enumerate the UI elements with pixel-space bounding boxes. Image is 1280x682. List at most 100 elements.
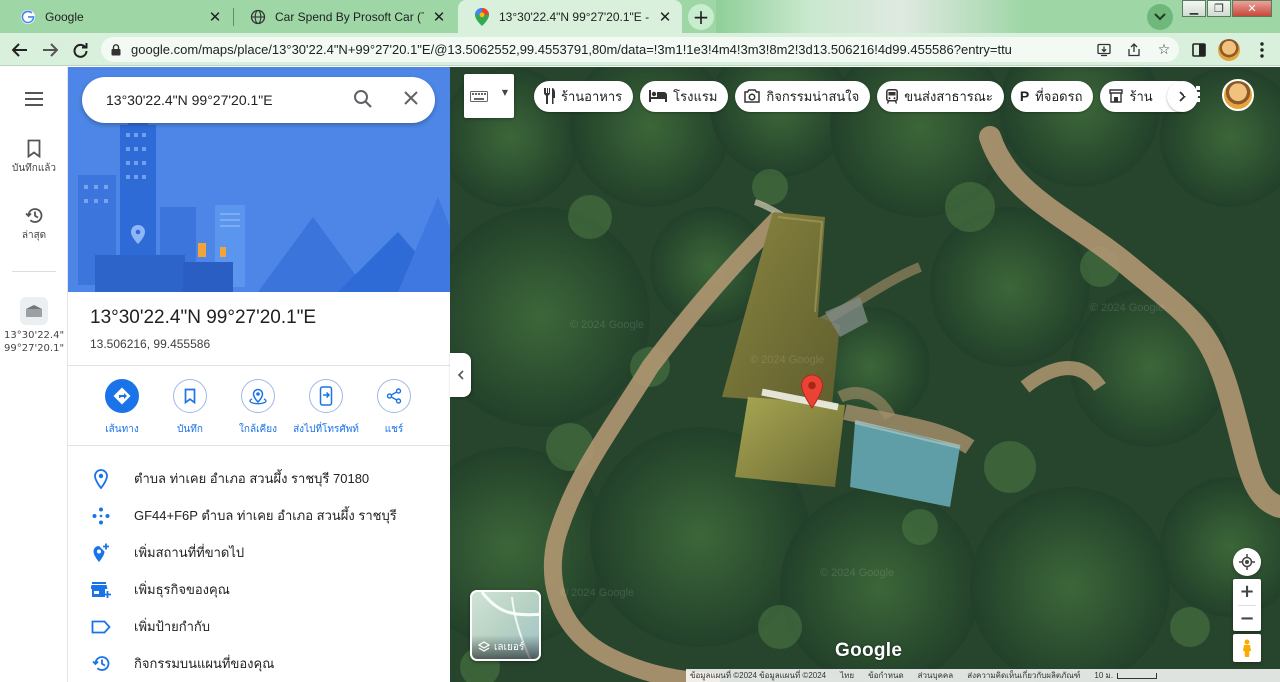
collapse-panel-button[interactable] — [450, 353, 471, 397]
window-controls: ▁ ❐ ✕ — [1182, 0, 1273, 18]
street-view-pegman[interactable] — [1233, 634, 1261, 662]
language-link[interactable]: ไทย — [840, 669, 854, 682]
bookmark-star-icon[interactable]: ☆ — [1149, 42, 1179, 58]
maps-nav-rail: บันทึกแล้ว ล่าสุด 13°30'22.4" 99°27'20.1… — [0, 67, 68, 682]
input-tools-button[interactable]: ▼ — [464, 74, 514, 118]
directions-icon — [105, 379, 139, 413]
place-title: 13°30'22.4"N 99°27'20.1"E — [90, 307, 317, 328]
action-buttons: เส้นทาง บันทึก ใกล้เคียง ส่งไปที่โทรศัพท… — [68, 379, 450, 437]
feedback-link[interactable]: ส่งความคิดเห็นเกี่ยวกับผลิตภัณฑ์ — [967, 669, 1080, 682]
pegman-icon — [1243, 639, 1251, 657]
satellite-map[interactable]: © 2024 Google © 2024 Google © 2024 Googl… — [450, 67, 1280, 682]
rail-item-recent[interactable]: ล่าสุด — [0, 206, 68, 242]
layers-button[interactable]: เลเยอร์ — [470, 590, 541, 661]
tab-title: 13°30'22.4"N 99°27'20.1"E - Google Maps — [499, 9, 650, 24]
share-button[interactable]: แชร์ — [360, 379, 428, 437]
browser-menu-button[interactable] — [1250, 38, 1274, 62]
nearby-icon — [241, 379, 275, 413]
location-pin-icon — [68, 468, 134, 489]
privacy-link[interactable]: ส่วนบุคคล — [918, 669, 954, 682]
forward-button[interactable] — [38, 38, 62, 62]
chip-transit[interactable]: ขนส่งสาธารณะ — [877, 80, 1004, 112]
bookmark-icon — [27, 139, 41, 158]
keyboard-icon — [470, 90, 488, 102]
close-icon[interactable]: ✕ — [656, 8, 674, 26]
rail-item-label: บันทึกแล้ว — [11, 163, 57, 174]
my-location-button[interactable] — [1233, 548, 1261, 576]
chip-things-to-do[interactable]: กิจกรรมน่าสนใจ — [735, 80, 871, 112]
imagery-attribution[interactable]: ข้อมูลแผนที่ ©2024 ข้อมูลแผนที่ ©2024 — [690, 669, 826, 682]
dropdown-caret-icon[interactable]: ▼ — [502, 88, 508, 97]
restaurant-icon — [543, 88, 555, 104]
rail-recent-place[interactable]: 13°30'22.4" 99°27'20.1" — [0, 297, 68, 355]
chip-restaurants[interactable]: ร้านอาหาร — [534, 80, 634, 112]
map-activity-row[interactable]: กิจกรรมบนแผนที่ของคุณ — [68, 645, 450, 682]
kebab-menu-icon — [1260, 42, 1264, 58]
url-text[interactable]: google.com/maps/place/13°30'22.4"N+99°27… — [131, 42, 1089, 57]
back-button[interactable] — [8, 38, 32, 62]
add-label-row[interactable]: เพิ่มป้ายกำกับ — [68, 608, 450, 645]
arrow-left-icon — [12, 43, 27, 57]
place-thumbnail — [20, 297, 48, 325]
divider — [68, 445, 450, 446]
profile-button[interactable] — [1217, 38, 1241, 62]
address-text: ตำบล ท่าเคย อำเภอ สวนผึ้ง ราชบุรี 70180 — [134, 471, 370, 486]
rail-place-label: 13°30'22.4" 99°27'20.1" — [4, 330, 65, 354]
place-coordinates[interactable]: 13.506216, 99.455586 — [90, 337, 210, 351]
location-marker-icon[interactable] — [800, 374, 824, 410]
zoom-in-button[interactable]: + — [1239, 579, 1254, 605]
tab-title: Car Spend By Prosoft Car (Thailand) — [275, 9, 424, 24]
tab-google[interactable]: Google ✕ — [4, 0, 232, 33]
close-icon[interactable]: ✕ — [430, 8, 448, 26]
directions-button[interactable]: เส้นทาง — [88, 379, 156, 437]
add-missing-place-row[interactable]: เพิ่มสถานที่ที่ขาดไป — [68, 534, 450, 571]
send-to-phone-button[interactable]: ส่งไปที่โทรศัพท์ — [292, 379, 360, 437]
zoom-out-button[interactable]: − — [1239, 606, 1254, 632]
add-business-icon — [68, 581, 134, 599]
address-row[interactable]: ตำบล ท่าเคย อำเภอ สวนผึ้ง ราชบุรี 70180 — [68, 460, 450, 497]
add-business-text: เพิ่มธุรกิจของคุณ — [134, 582, 230, 597]
lock-icon[interactable] — [101, 43, 131, 56]
close-icon[interactable] — [403, 90, 419, 110]
side-panel-button[interactable] — [1187, 38, 1211, 62]
google-apps-button[interactable] — [1184, 86, 1200, 106]
close-icon[interactable]: ✕ — [206, 8, 224, 26]
terms-link[interactable]: ข้อกำหนด — [868, 669, 904, 682]
add-label-text: เพิ่มป้ายกำกับ — [134, 619, 211, 634]
add-business-row[interactable]: เพิ่มธุรกิจของคุณ — [68, 571, 450, 608]
share-page-icon[interactable] — [1119, 42, 1149, 57]
search-input[interactable] — [106, 92, 346, 108]
new-tab-button[interactable]: + — [688, 4, 714, 30]
add-place-icon — [68, 543, 134, 563]
account-avatar[interactable] — [1222, 79, 1254, 111]
install-icon[interactable] — [1089, 43, 1119, 57]
menu-button[interactable] — [0, 92, 68, 106]
action-label: บันทึก — [177, 424, 203, 435]
minimize-button[interactable]: ▁ — [1182, 0, 1206, 17]
chip-hotels[interactable]: โรงแรม — [640, 80, 729, 112]
bookmark-icon — [173, 379, 207, 413]
chip-parking[interactable]: P ที่จอดรถ — [1010, 80, 1094, 112]
save-button[interactable]: บันทึก — [156, 379, 224, 437]
tab-google-maps[interactable]: 13°30'22.4"N 99°27'20.1"E - Google Maps … — [458, 0, 682, 33]
scale-label[interactable]: 10 ม. — [1094, 669, 1113, 682]
chip-label: โรงแรม — [673, 88, 718, 104]
window-close-button[interactable]: ✕ — [1232, 0, 1272, 17]
address-bar[interactable]: google.com/maps/place/13°30'22.4"N+99°27… — [101, 37, 1179, 62]
search-icon[interactable] — [353, 89, 373, 113]
tab-search-button[interactable] — [1147, 4, 1173, 30]
hamburger-menu-icon — [25, 92, 43, 106]
maximize-button[interactable]: ❐ — [1207, 0, 1231, 17]
nearby-button[interactable]: ใกล้เคียง — [224, 379, 292, 437]
tab-car-spend[interactable]: Car Spend By Prosoft Car (Thailand) ✕ — [234, 0, 456, 33]
chip-label: ที่จอดรถ — [1035, 88, 1083, 104]
map-watermark: © 2024 Google — [750, 354, 825, 366]
history-icon — [24, 208, 42, 223]
scale-bar — [1117, 672, 1158, 679]
my-location-icon — [1239, 554, 1255, 570]
arrow-right-icon — [43, 43, 58, 57]
rail-item-saved[interactable]: บันทึกแล้ว — [0, 139, 68, 175]
add-missing-place-text: เพิ่มสถานที่ที่ขาดไป — [134, 545, 245, 560]
reload-button[interactable] — [68, 38, 92, 62]
plus-code-row[interactable]: GF44+F6P ตำบล ท่าเคย อำเภอ สวนผึ้ง ราชบุ… — [68, 497, 450, 534]
